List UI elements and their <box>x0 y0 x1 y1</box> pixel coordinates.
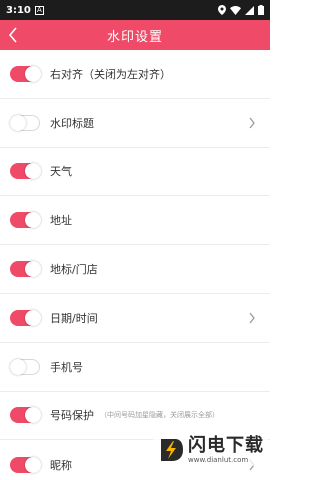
setting-row[interactable]: 水印标题 <box>0 99 270 148</box>
watermark-url: www.dianlut.com <box>188 456 249 464</box>
toggle-knob <box>25 309 41 326</box>
setting-toggle[interactable] <box>10 456 41 473</box>
toggle-knob <box>25 163 41 180</box>
site-watermark: 闪电下载 www.dianlut.com <box>153 434 268 466</box>
setting-toggle[interactable] <box>10 407 41 424</box>
setting-toggle[interactable] <box>10 358 40 375</box>
status-time: 3:10 <box>6 4 31 16</box>
setting-row: 地标/门店 <box>0 245 270 294</box>
watermark-name: 闪电下载 <box>188 435 264 456</box>
setting-label: 水印标题 <box>50 116 94 130</box>
setting-label: 地址 <box>50 214 72 228</box>
setting-note: （中间号码加星隐藏，关闭展示全部） <box>100 411 219 420</box>
page-title: 水印设置 <box>106 29 163 45</box>
setting-toggle[interactable] <box>10 163 41 180</box>
wifi-icon <box>230 5 241 15</box>
toggle-knob <box>10 358 26 375</box>
setting-label: 手机号 <box>50 360 83 374</box>
setting-label: 昵称 <box>50 458 72 472</box>
setting-row: 右对齐（关闭为左对齐） <box>0 50 270 99</box>
setting-label: 右对齐（关闭为左对齐） <box>50 67 171 81</box>
chevron-right-icon[interactable] <box>248 117 256 129</box>
setting-toggle[interactable] <box>10 261 41 278</box>
setting-toggle[interactable] <box>10 114 40 131</box>
toggle-knob <box>25 65 41 82</box>
setting-label: 日期/时间 <box>50 311 98 325</box>
lightning-logo-icon <box>161 439 183 461</box>
setting-toggle[interactable] <box>10 309 41 326</box>
setting-toggle[interactable] <box>10 65 41 82</box>
toggle-knob <box>25 456 41 473</box>
location-icon <box>218 5 226 15</box>
setting-row: 地址 <box>0 196 270 246</box>
setting-toggle[interactable] <box>10 212 41 229</box>
signal-icon <box>245 5 254 15</box>
setting-label: 号码保护 <box>50 409 94 423</box>
chevron-left-icon <box>8 27 17 43</box>
nav-bar: 水印设置 <box>0 20 270 50</box>
toggle-knob <box>25 407 41 424</box>
chevron-right-icon[interactable] <box>248 312 256 324</box>
notification-icon: A <box>34 5 44 15</box>
settings-list: 右对齐（关闭为左对齐） 水印标题天气地址地标/门店日期/时间手机号号码保护 （中间号… <box>0 50 270 480</box>
setting-row: 天气 <box>0 148 270 197</box>
back-button[interactable] <box>8 20 28 50</box>
setting-label: 地标/门店 <box>50 263 98 277</box>
setting-row: 手机号 <box>0 343 270 392</box>
setting-label: 天气 <box>50 165 72 179</box>
toggle-knob <box>10 114 26 131</box>
battery-icon <box>258 5 264 15</box>
setting-row[interactable]: 日期/时间 <box>0 294 270 343</box>
toggle-knob <box>25 261 41 278</box>
toggle-knob <box>25 212 41 229</box>
status-bar: 3:10 A <box>0 0 270 20</box>
